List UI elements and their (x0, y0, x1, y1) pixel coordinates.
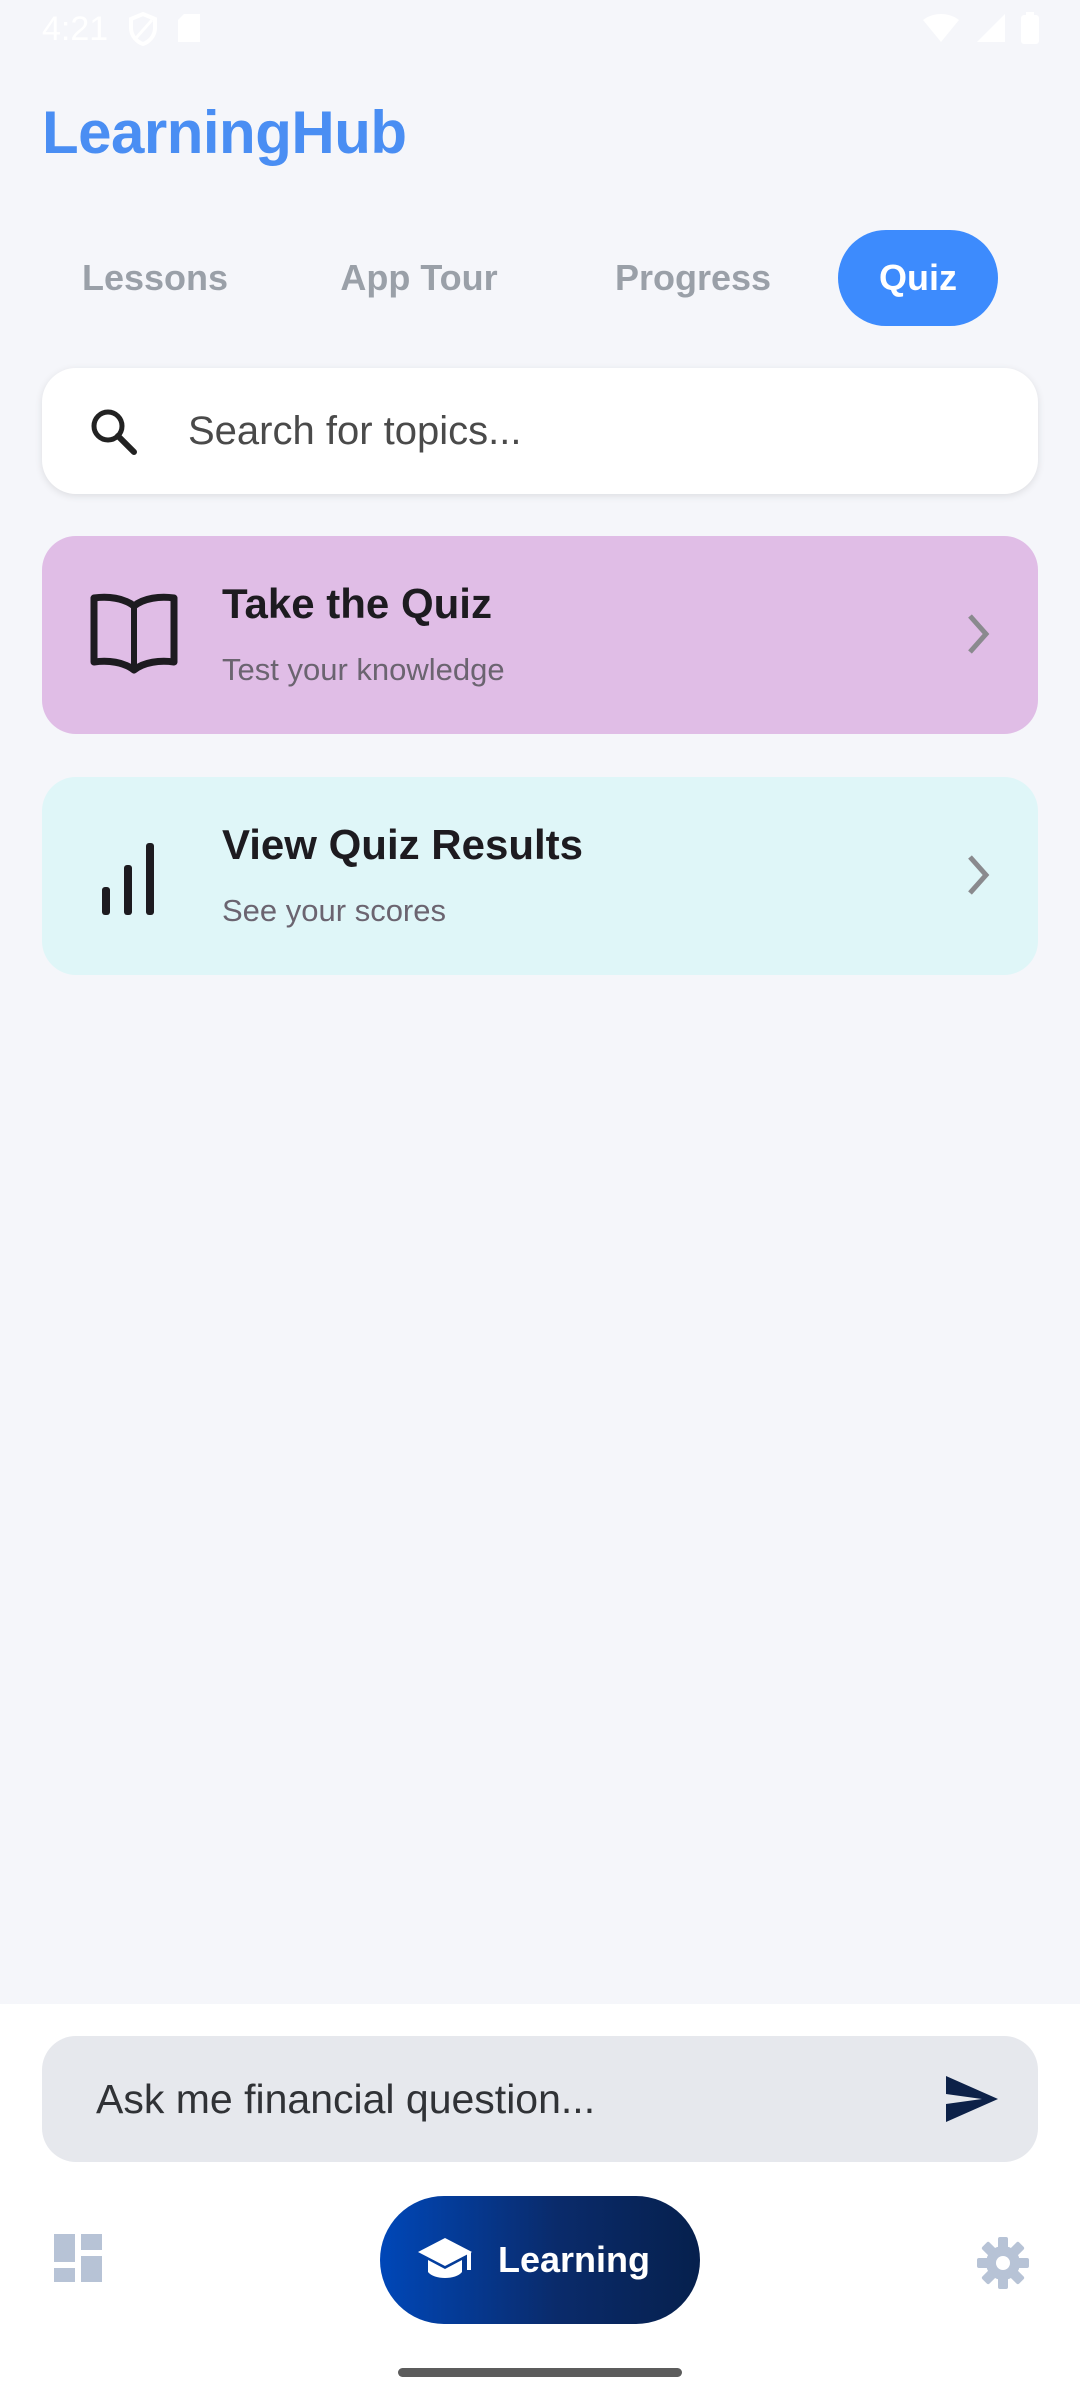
bottom-panel: Ask me financial question... Learning (0, 2004, 1080, 2400)
gear-icon[interactable] (976, 2236, 1030, 2295)
battery-icon (1020, 12, 1040, 49)
sd-card-icon (176, 12, 202, 51)
tab-lessons[interactable]: Lessons (42, 230, 268, 326)
learning-nav-button[interactable]: Learning (380, 2196, 700, 2324)
tab-quiz[interactable]: Quiz (838, 230, 998, 326)
graduation-cap-icon (416, 2236, 474, 2289)
status-time: 4:21 (42, 10, 109, 48)
tab-app-tour[interactable]: App Tour (294, 230, 544, 326)
chat-placeholder: Ask me financial question... (96, 2076, 596, 2122)
chevron-right-icon (964, 612, 992, 661)
card-subtitle: See your scores (222, 893, 446, 928)
status-bar: 4:21 (0, 0, 1080, 64)
shield-icon (128, 11, 158, 51)
tab-progress[interactable]: Progress (570, 230, 816, 326)
search-icon (88, 406, 138, 461)
card-subtitle: Test your knowledge (222, 652, 505, 687)
take-quiz-card[interactable]: Take the Quiz Test your knowledge (42, 536, 1038, 734)
view-results-card[interactable]: View Quiz Results See your scores (42, 777, 1038, 975)
home-indicator[interactable] (398, 2368, 682, 2377)
search-input[interactable]: Search for topics... (42, 368, 1038, 494)
book-icon (88, 592, 180, 681)
learning-label: Learning (498, 2239, 651, 2280)
bar-chart-icon (100, 841, 160, 922)
card-title: Take the Quiz (222, 580, 492, 627)
card-title: View Quiz Results (222, 821, 583, 868)
dashboard-icon[interactable] (52, 2232, 104, 2289)
signal-icon (974, 13, 1006, 48)
wifi-icon (922, 13, 960, 48)
chat-input[interactable]: Ask me financial question... (42, 2036, 1038, 2162)
search-placeholder: Search for topics... (188, 409, 522, 453)
tab-bar: Lessons App Tour Progress Quiz (42, 230, 1042, 326)
send-icon[interactable] (944, 2074, 1000, 2129)
chevron-right-icon (964, 853, 992, 902)
app-title: LearningHub (42, 99, 407, 166)
